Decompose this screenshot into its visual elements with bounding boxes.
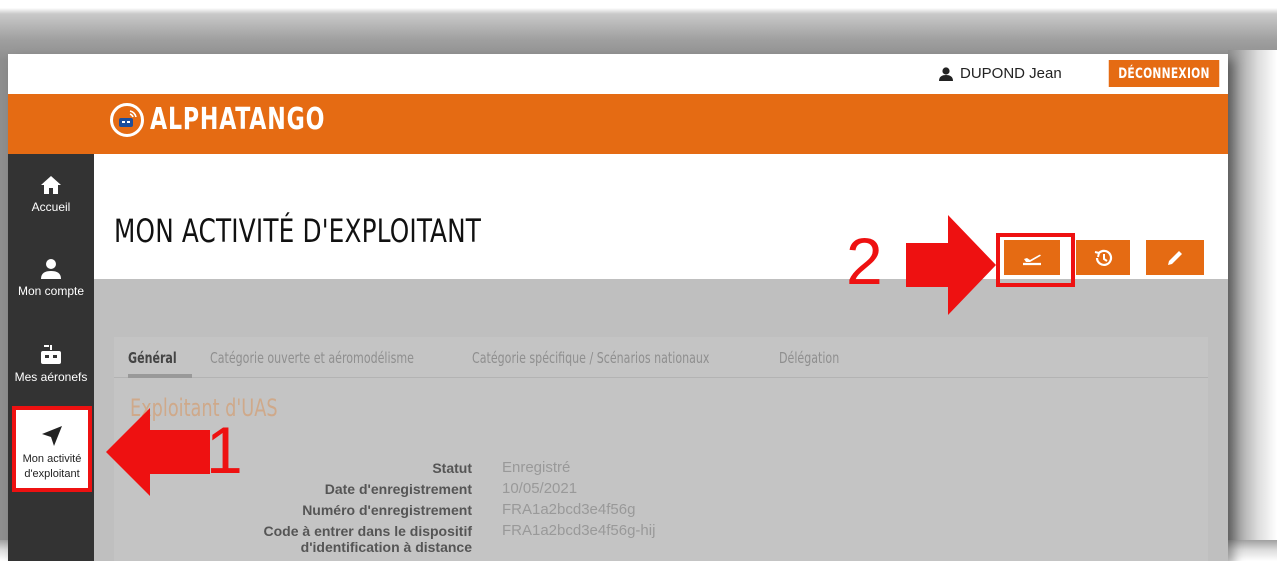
user-name: DUPOND Jean — [960, 65, 1062, 82]
sidebar-item-label-line2: d'exploitant — [24, 468, 80, 480]
logo[interactable]: ALPHATANGO — [110, 102, 364, 137]
main-content: MON ACTIVITÉ D'EXPLOITANT Général Catégo… — [94, 154, 1228, 561]
tabs-bar: Général Catégorie ouverte et aéromodélis… — [114, 337, 1208, 378]
sidebar-item-label: Mes aéronefs — [14, 370, 88, 384]
field-value-numero: FRA1a2bcd3e4f56g — [502, 501, 636, 518]
highlight-box-step2 — [996, 233, 1075, 287]
edit-button[interactable] — [1146, 240, 1204, 275]
annotation-step-2: 2 — [846, 224, 883, 298]
field-label-code: Code à entrer dans le dispositif d'ident… — [264, 523, 473, 555]
logout-button[interactable]: DÉCONNEXION — [1108, 60, 1220, 87]
user-info[interactable]: DUPOND Jean — [938, 65, 1062, 82]
arrow-left-icon — [106, 408, 210, 496]
field-value-statut: Enregistré — [502, 459, 571, 476]
field-label-date: Date d'enregistrement — [324, 481, 472, 497]
tab-delegation[interactable]: Délégation — [779, 349, 839, 367]
sidebar-item-mon-compte[interactable]: Mon compte — [8, 258, 94, 298]
page-title: MON ACTIVITÉ D'EXPLOITANT — [114, 212, 482, 250]
sidebar-item-label: Accueil — [31, 200, 71, 214]
navigation-arrow-icon — [42, 426, 62, 446]
sidebar-item-label-line1: Mon activité — [22, 453, 82, 465]
field-value-date: 10/05/2021 — [502, 480, 578, 497]
home-icon — [41, 176, 61, 194]
history-icon — [1094, 249, 1113, 266]
arrow-right-icon — [906, 215, 996, 315]
tab-categorie-specifique[interactable]: Catégorie spécifique / Scénarios nationa… — [472, 349, 709, 367]
tab-categorie-ouverte[interactable]: Catégorie ouverte et aéromodélisme — [210, 349, 414, 367]
page-overlay: Général Catégorie ouverte et aéromodélis… — [94, 279, 1228, 561]
field-label-code-line1: Code à entrer dans le dispositif — [263, 523, 473, 539]
background-shadow-right — [1228, 50, 1277, 561]
sidebar-item-accueil[interactable]: Accueil — [8, 174, 94, 214]
user-icon — [939, 66, 953, 81]
tab-active-indicator — [128, 374, 192, 378]
sidebar: Accueil Mon compte Mes aéronefs Mon acti… — [8, 154, 94, 561]
user-icon — [41, 259, 61, 279]
pencil-icon — [1168, 250, 1182, 265]
logo-text: ALPHATANGO — [150, 102, 326, 137]
user-bar: DUPOND Jean DÉCONNEXION — [8, 54, 1228, 94]
sidebar-item-label: Mon compte — [17, 284, 85, 298]
history-button[interactable] — [1076, 240, 1130, 275]
operator-card: Général Catégorie ouverte et aéromodélis… — [114, 337, 1208, 561]
annotation-step-1: 1 — [206, 413, 243, 487]
field-value-code: FRA1a2bcd3e4f56g-hij — [502, 522, 656, 539]
tab-general[interactable]: Général — [128, 349, 177, 367]
sidebar-item-mon-activite[interactable]: Mon activité d'exploitant — [12, 406, 92, 492]
app-header: ALPHATANGO — [8, 94, 1228, 154]
field-label-numero: Numéro d'enregistrement — [302, 502, 472, 518]
sidebar-item-mes-aeronefs[interactable]: Mes aéronefs — [8, 344, 94, 384]
drone-icon — [41, 345, 61, 364]
field-label-statut: Statut — [432, 460, 472, 476]
field-label-code-line2: d'identification à distance — [300, 539, 472, 555]
logo-drone-icon — [110, 102, 144, 137]
